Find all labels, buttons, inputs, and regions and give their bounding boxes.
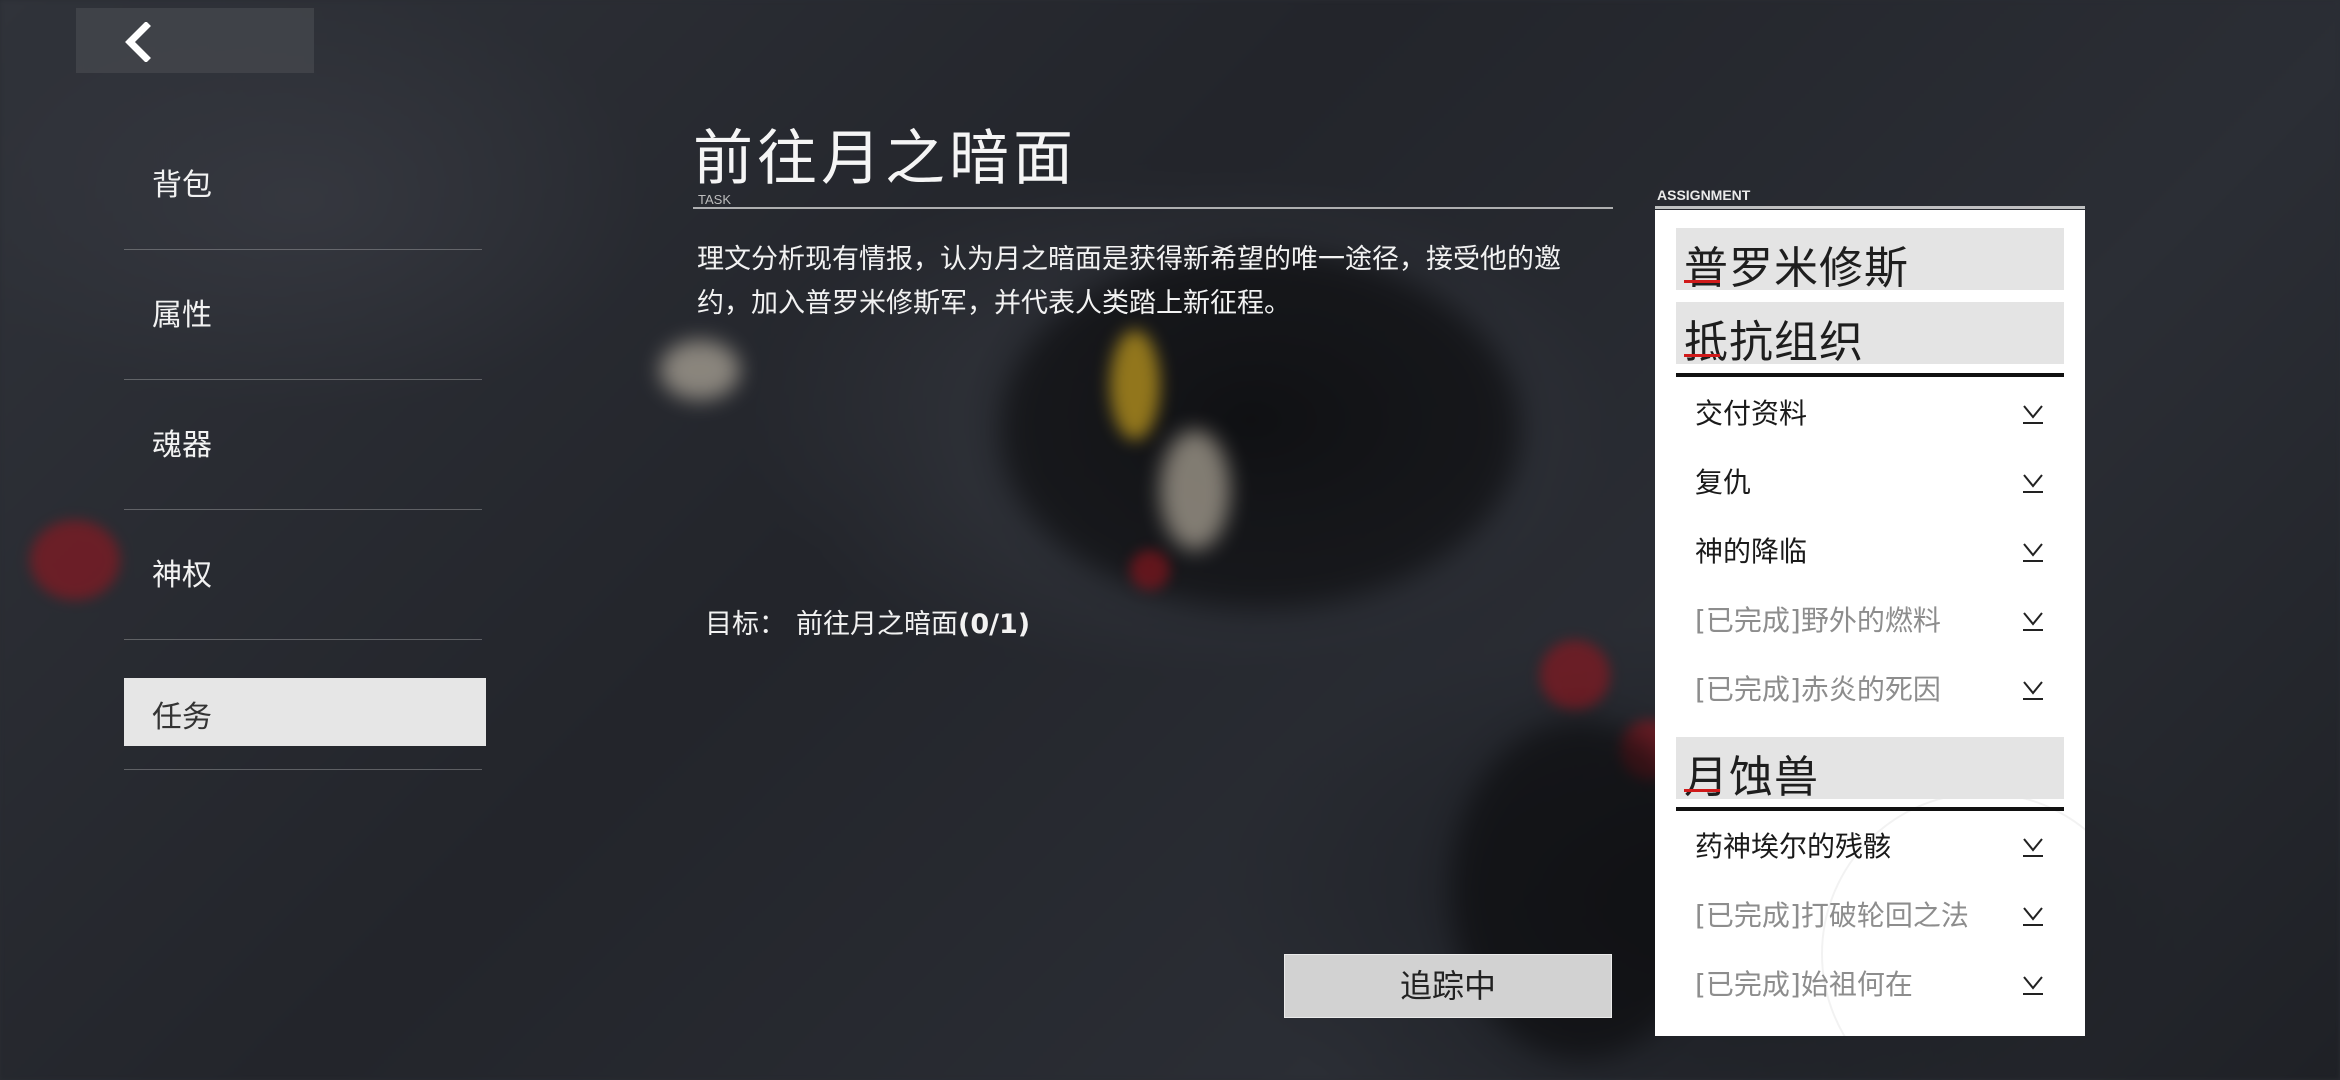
expand-chevron-icon [2023, 612, 2043, 631]
expand-chevron-icon [2023, 838, 2043, 857]
task-description: 理文分析现有情报，认为月之暗面是获得新希望的唯一途径，接受他的邀约，加入普罗米修… [697, 244, 1561, 319]
menu-item-tasks[interactable]: 任务 [124, 640, 486, 770]
quest-item-completed[interactable]: [已完成]打破轮回之法 [1695, 896, 2045, 936]
objective-progress: (0/1) [958, 609, 1031, 640]
menu-item-label: 魂器 [152, 428, 212, 463]
group-divider [1676, 807, 2064, 811]
side-menu: 背包 属性 魂器 神权 任务 [124, 120, 486, 770]
objective-label: 目标： [705, 609, 786, 640]
assignment-divider [1655, 206, 2085, 209]
group-divider [1676, 373, 2064, 377]
quest-item-completed[interactable]: [已完成]始祖何在 [1695, 965, 2045, 1005]
quest-item[interactable]: 复仇 [1695, 463, 2045, 503]
expand-chevron-icon [2023, 907, 2043, 926]
assignment-label: ASSIGNMENT [1657, 187, 1751, 203]
task-objective: 目标： 前往月之暗面(0/1) [705, 602, 1030, 641]
menu-item-label: 神权 [152, 558, 212, 593]
menu-item-label: 任务 [152, 700, 212, 735]
task-title: 前往月之暗面 [693, 124, 1077, 194]
menu-item-backpack[interactable]: 背包 [124, 120, 482, 250]
assignment-panel: 普罗米修斯 抵抗组织 交付资料 复仇 神的降临 [已完成]野外的燃料 [已完成]… [1655, 210, 2085, 1036]
back-button[interactable] [76, 8, 314, 73]
quest-item[interactable]: 药神埃尔的残骸 [1695, 827, 2045, 867]
task-divider [693, 207, 1613, 209]
quest-name: 复仇 [1695, 466, 1752, 499]
menu-item-label: 背包 [152, 168, 212, 203]
back-arrow-icon [125, 22, 151, 62]
group-header[interactable]: 月蚀兽 [1676, 737, 2064, 803]
quest-item[interactable]: 神的降临 [1695, 532, 2045, 572]
objective-value: 前往月之暗面 [796, 609, 958, 640]
group-name: 抵抗组织 [1684, 317, 1864, 368]
task-tag: TASK [698, 192, 731, 207]
expand-chevron-icon [2023, 405, 2043, 424]
quest-name: [已完成]野外的燃料 [1695, 604, 1941, 637]
menu-item-divine-authority[interactable]: 神权 [124, 510, 482, 640]
expand-chevron-icon [2023, 474, 2043, 493]
quest-name: 药神埃尔的残骸 [1695, 830, 1892, 863]
quest-item-completed[interactable]: [已完成]野外的燃料 [1695, 601, 2045, 641]
menu-item-attributes[interactable]: 属性 [124, 250, 482, 380]
accent-underline [1684, 280, 1720, 283]
expand-chevron-icon [2023, 681, 2043, 700]
quest-name: [已完成]始祖何在 [1695, 968, 1913, 1001]
quest-item-completed[interactable]: [已完成]赤炎的死因 [1695, 670, 2045, 710]
expand-chevron-icon [2023, 543, 2043, 562]
expand-chevron-icon [2023, 976, 2043, 995]
group-header[interactable]: 普罗米修斯 [1676, 228, 2064, 294]
quest-name: 交付资料 [1695, 397, 1808, 430]
tracking-button[interactable]: 追踪中 [1284, 954, 1612, 1018]
quest-name: 神的降临 [1695, 535, 1808, 568]
quest-name: [已完成]赤炎的死因 [1695, 673, 1941, 706]
quest-name: [已完成]打破轮回之法 [1695, 899, 1969, 932]
accent-underline [1684, 789, 1720, 792]
group-name: 月蚀兽 [1684, 752, 1819, 803]
quest-item[interactable]: 交付资料 [1695, 394, 2045, 434]
menu-item-soul-vessel[interactable]: 魂器 [124, 380, 482, 510]
group-name: 普罗米修斯 [1684, 243, 1909, 294]
accent-underline [1684, 354, 1720, 357]
group-header[interactable]: 抵抗组织 [1676, 302, 2064, 368]
menu-item-label: 属性 [152, 298, 212, 333]
